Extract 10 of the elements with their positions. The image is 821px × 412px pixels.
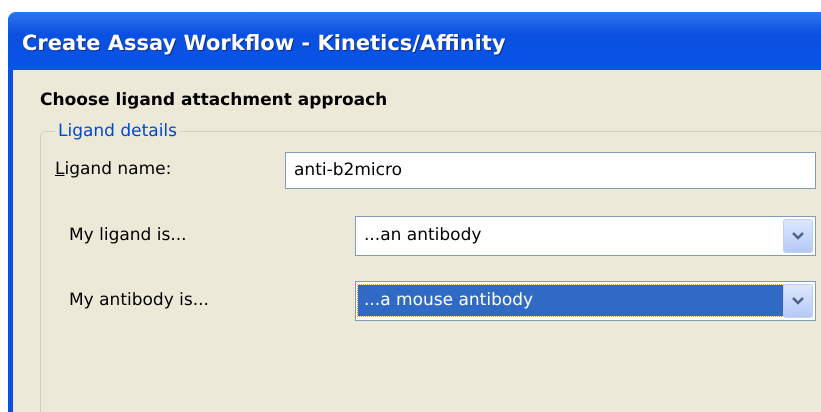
dropdown-value: ...a mouse antibody	[358, 284, 783, 316]
dropdown-value: ...an antibody	[363, 224, 482, 247]
dropdown[interactable]: ...a mouse antibody	[355, 280, 816, 320]
field-label: My antibody is...	[68, 288, 210, 312]
window-title: Create Assay Workflow - Kinetics/Affinity	[8, 12, 821, 70]
field-label: Ligand name:	[55, 158, 172, 182]
field-label: My ligand is...	[68, 224, 188, 247]
ligand-name-field[interactable]: anti-b2micro	[285, 152, 816, 188]
section-heading: Choose ligand attachment approach	[40, 89, 388, 112]
dropdown[interactable]: ...an antibody	[355, 216, 816, 256]
